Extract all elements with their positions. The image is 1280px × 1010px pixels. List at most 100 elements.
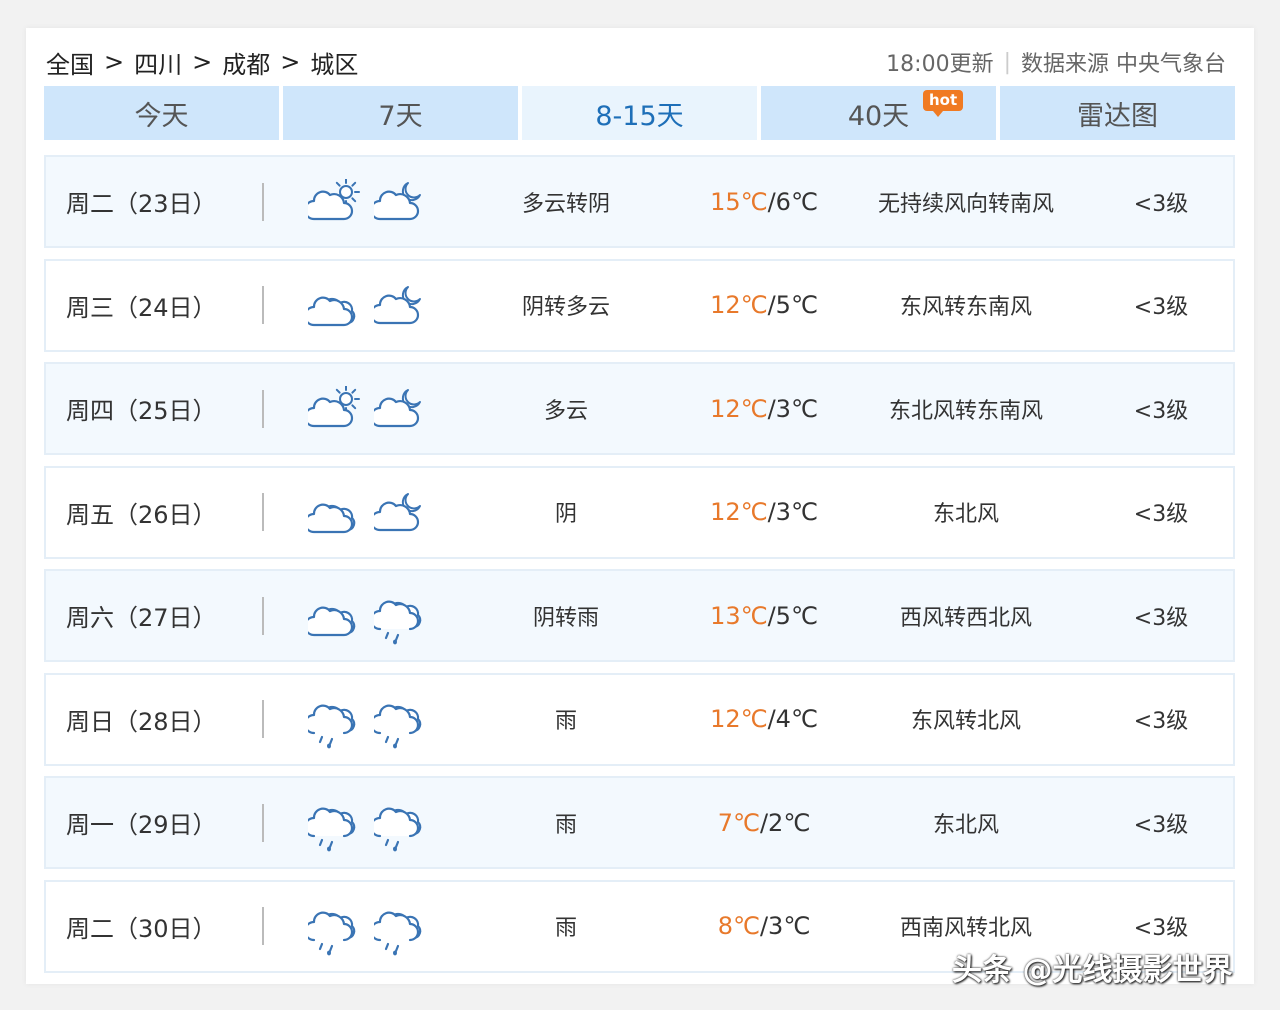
weather-icons <box>308 386 428 440</box>
forecast-date: 周五（26日） <box>66 500 217 529</box>
weather-description: 雨 <box>554 916 577 941</box>
tab-label: 8-15天 <box>595 100 684 132</box>
watermark: 头条 @光线摄影世界 <box>952 953 1233 988</box>
wind-direction: 西风转西北风 <box>899 605 1032 631</box>
low-temp: 4℃ <box>775 705 818 733</box>
low-temp: 5℃ <box>775 291 818 319</box>
breadcrumb-country[interactable]: 全国 <box>46 45 94 80</box>
wind-direction: 无持续风向转南风 <box>877 191 1054 217</box>
breadcrumb-separator: > <box>192 48 213 76</box>
wind-direction: 东北风 <box>932 812 999 838</box>
cloudy-icon <box>308 296 356 326</box>
weather-icons <box>308 697 428 751</box>
temperature: 12℃/5℃ <box>686 291 842 319</box>
tab-label: 雷达图 <box>1077 100 1158 132</box>
low-temp: 3℃ <box>775 498 818 526</box>
partly-cloudy-night-icon <box>374 389 421 428</box>
tab-radar[interactable]: 雷达图 <box>1000 86 1235 140</box>
column-divider <box>262 803 264 842</box>
cloudy-icon <box>308 503 356 533</box>
wind-direction: 东风转北风 <box>910 709 1021 734</box>
high-temp: 15℃ <box>710 187 768 216</box>
low-temp: 3℃ <box>775 394 818 423</box>
tab-8-15-days[interactable]: 8-15天 <box>522 86 757 140</box>
wind-level: <3级 <box>1133 191 1189 217</box>
wind-direction: 东北风转东南风 <box>888 398 1043 424</box>
tab-today[interactable]: 今天 <box>44 86 279 140</box>
partly-cloudy-day-icon <box>308 386 360 428</box>
temperature: 8℃/3℃ <box>686 912 842 940</box>
forecast-row: 周三（24日） 阴转多云 12℃/5℃ 东风转东南风 <3级 <box>44 258 1235 352</box>
tab-40-days[interactable]: 40天 hot <box>761 86 996 140</box>
update-time: 18:00更新 <box>886 52 994 77</box>
weather-description: 雨 <box>554 812 577 838</box>
weather-description: 阴转雨 <box>532 605 599 631</box>
wind-direction: 东北风 <box>932 502 999 527</box>
low-temp: 5℃ <box>775 601 818 630</box>
partly-cloudy-night-icon <box>374 182 421 221</box>
temp-separator: / <box>759 808 769 837</box>
breadcrumb-separator: > <box>104 48 125 76</box>
forecast-list: 周二（23日） 多云转阴 15℃/6℃ 无持续风向转南风 <3级 周三（24日）… <box>44 155 1235 983</box>
cloudy-icon <box>308 606 356 637</box>
weather-description: 雨 <box>554 709 577 734</box>
forecast-row: 周二（23日） 多云转阴 15℃/6℃ 无持续风向转南风 <3级 <box>44 155 1235 248</box>
wind-direction: 东风转东南风 <box>899 295 1032 320</box>
weather-icons <box>308 593 428 647</box>
temperature: 15℃/6℃ <box>686 188 842 216</box>
forecast-date: 周四（25日） <box>66 397 217 425</box>
temperature: 13℃/5℃ <box>686 602 842 630</box>
column-divider <box>262 596 264 635</box>
tab-label: 7天 <box>378 100 423 132</box>
weather-icons <box>308 904 428 958</box>
forecast-row: 周六（27日） 阴转雨 13℃/5℃ 西风转西北风 <3级 <box>44 569 1235 662</box>
wind-level: <3级 <box>1133 502 1189 527</box>
wind-level: <3级 <box>1133 812 1189 838</box>
forecast-date: 周六（27日） <box>66 604 217 632</box>
weather-icons <box>308 179 428 233</box>
weather-description: 阴 <box>554 502 577 527</box>
wind-level: <3级 <box>1133 295 1189 320</box>
weather-description: 阴转多云 <box>521 295 610 320</box>
rain-icon <box>374 600 422 645</box>
temperature: 12℃/3℃ <box>686 498 842 526</box>
column-divider <box>262 493 264 531</box>
weather-description: 多云转阴 <box>521 191 610 217</box>
high-temp: 8℃ <box>717 912 760 940</box>
rain-icon <box>308 911 356 955</box>
weather-description: 多云 <box>543 398 588 424</box>
data-source: 数据来源 中央气象台 <box>1021 52 1226 77</box>
rain-icon <box>374 807 422 852</box>
temperature: 12℃/4℃ <box>686 705 842 733</box>
high-temp: 12℃ <box>710 498 768 526</box>
temp-separator: / <box>767 601 776 630</box>
high-temp: 12℃ <box>710 394 768 423</box>
forecast-date: 周二（23日） <box>66 190 217 218</box>
column-divider <box>262 907 264 945</box>
temp-separator: / <box>767 187 776 216</box>
forecast-date: 周三（24日） <box>66 293 217 322</box>
tab-label: 今天 <box>134 100 189 132</box>
forecast-date: 周二（30日） <box>66 914 217 943</box>
rain-icon <box>308 807 356 852</box>
weather-icons <box>308 490 428 544</box>
forecast-row: 周四（25日） 多云 12℃/3℃ 东北风转东南风 <3级 <box>44 362 1235 455</box>
temp-separator: / <box>759 912 769 940</box>
tab-7-days[interactable]: 7天 <box>283 86 518 140</box>
wind-level: <3级 <box>1133 605 1189 631</box>
rain-icon <box>374 911 422 955</box>
wind-level: <3级 <box>1133 709 1189 734</box>
high-temp: 12℃ <box>710 705 768 733</box>
breadcrumb-province[interactable]: 四川 <box>134 45 182 80</box>
breadcrumb-city[interactable]: 成都 <box>222 45 270 80</box>
forecast-date: 周日（28日） <box>66 707 217 736</box>
wind-level: <3级 <box>1133 916 1189 941</box>
rain-icon <box>308 704 356 748</box>
column-divider <box>262 182 264 221</box>
column-divider <box>262 700 264 738</box>
forecast-tabs: 今天 7天 8-15天 40天 hot 雷达图 <box>44 86 1235 140</box>
low-temp: 6℃ <box>775 187 818 216</box>
wind-level: <3级 <box>1133 398 1189 424</box>
low-temp: 3℃ <box>768 912 811 940</box>
tab-label: 40天 <box>847 100 910 132</box>
